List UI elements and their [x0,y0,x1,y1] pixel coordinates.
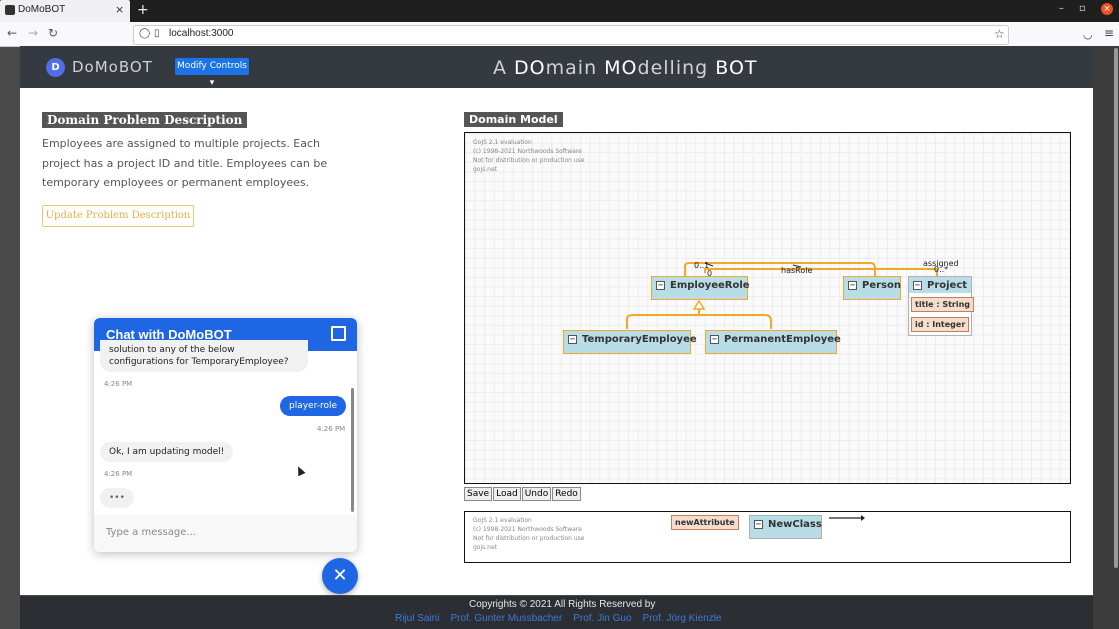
class-name: Project [927,280,968,291]
tab-title: DoMoBOT [18,4,66,15]
palette-new-class[interactable]: − NewClass [749,515,822,539]
attribute-title[interactable]: title : String [911,297,975,312]
class-name: EmployeeRole [670,280,750,291]
watermark-line: Not for distribution or production use [473,535,585,542]
inheritance-link [626,314,772,329]
page-scrollbar[interactable] [1114,48,1118,568]
chat-input[interactable]: Type a message... [94,515,357,552]
collapse-icon[interactable]: − [754,520,763,529]
palette-new-attribute[interactable]: newAttribute [671,515,739,530]
brand-name[interactable]: DoMoBOT [72,58,153,76]
expand-icon[interactable] [331,326,346,341]
load-button[interactable]: Load [493,487,521,501]
domain-model-canvas[interactable]: GoJS 2.1 evaluation (c) 1998-2021 Northw… [464,132,1071,484]
pocket-icon[interactable]: ◡ [1083,28,1093,41]
collapse-icon[interactable]: − [656,281,665,290]
class-project[interactable]: − Project title : String id : Integer [908,276,975,336]
back-icon[interactable]: ← [7,26,17,40]
watermark-line: gojs.net [473,544,498,551]
window-controls: – ▫ × [1047,3,1113,15]
class-temporaryemployee[interactable]: − TemporaryEmployee [563,330,697,354]
bookmark-star-icon[interactable]: ☆ [994,27,1005,41]
credit-link[interactable]: Prof. Jin Guo [573,613,631,624]
model-palette[interactable]: GoJS 2.1 evaluation (c) 1998-2021 Northw… [464,511,1071,563]
gojs-watermark: GoJS 2.1 evaluation (c) 1998-2021 Northw… [473,516,584,552]
collapse-icon[interactable]: − [913,281,922,290]
close-window-icon[interactable]: × [1101,3,1113,15]
message-timestamp: 4:26 PM [317,425,346,433]
title-part: main [545,57,605,79]
class-name: TemporaryEmployee [582,334,697,345]
browser-tab[interactable]: DoMoBOT × [0,0,130,22]
title-part: delling [637,57,716,79]
watermark-line: (c) 1998-2021 Northwoods Software [473,526,582,533]
domain-model-title: Domain Model [464,112,563,127]
class-employeerole[interactable]: − EmployeeRole [651,276,750,300]
chat-message-bot: solution to any of the below configurati… [100,340,308,372]
class-name: NewClass [768,519,822,530]
class-permanentemployee[interactable]: − PermanentEmployee [705,330,841,354]
message-timestamp: 4:26 PM [104,470,133,478]
class-name: PermanentEmployee [724,334,841,345]
model-toolbar: Save Load Undo Redo [464,485,582,501]
chat-widget: Chat with DoMoBOT solution to any of the… [94,318,357,552]
credits: Rijul Saini Prof. Gunter Mussbacher Prof. … [395,613,732,624]
credit-link[interactable]: Prof. Jörg Kienzle [643,613,722,624]
restore-icon[interactable]: ▫ [1079,3,1086,14]
tab-close-icon[interactable]: × [115,3,124,16]
collapse-icon[interactable]: − [710,335,719,344]
chat-message-bot: Ok, I am updating model! [100,442,234,462]
close-chat-icon[interactable]: ✕ [322,558,358,594]
redo-button[interactable]: Redo [552,487,581,501]
new-tab-button[interactable]: + [137,2,149,18]
page-info-icon[interactable]: ▯ [154,28,160,39]
favicon-icon [5,5,15,15]
watermark-line: GoJS 2.1 evaluation [473,517,532,524]
domobot-logo-icon: D [46,58,65,77]
class-person[interactable]: − Person [843,276,901,300]
app-title: A DOmain MOdelling BOT [493,57,758,79]
undo-button[interactable]: Undo [521,487,552,501]
browser-tab-bar [0,0,1119,22]
message-timestamp: 4:26 PM [104,380,133,388]
title-part-emph: DO [514,57,546,79]
typing-indicator: ••• [100,488,134,508]
hamburger-menu-icon[interactable]: ≡ [1104,26,1114,40]
forward-icon[interactable]: → [28,26,38,40]
title-part-emph: MO [604,57,638,79]
chat-message-user: player-role [280,396,347,416]
update-problem-button[interactable]: Update Problem Description [42,205,194,227]
class-name: Person [862,280,901,291]
chat-scrollbar[interactable] [351,388,354,512]
inheritance-arrowhead [692,299,706,310]
minimize-icon[interactable]: – [1059,3,1064,14]
palette-new-link[interactable] [827,512,867,522]
collapse-icon[interactable]: − [848,281,857,290]
chat-input-placeholder: Type a message... [106,527,196,538]
reload-icon[interactable]: ↻ [48,26,58,40]
problem-title: Domain Problem Description [42,112,248,128]
problem-description: Employees are assigned to multiple proje… [42,137,328,189]
shield-icon[interactable]: ◯ [139,28,150,39]
collapse-icon[interactable]: − [568,335,577,344]
multiplicity-label: 0..* [934,265,949,274]
url-text: localhost:3000 [169,28,234,39]
hasrole-label: hasRole [781,266,813,275]
title-part: A [493,57,515,79]
credit-link[interactable]: Prof. Gunter Mussbacher [450,613,562,624]
title-part-emph: BOT [715,57,758,79]
save-button[interactable]: Save [464,487,493,501]
copyright-text: Copyrights © 2021 All Rights Reserved by [469,599,656,610]
model-links [626,262,938,329]
address-bar[interactable]: ◯ ▯ localhost:3000 [133,25,1009,45]
modify-controls-dropdown[interactable]: Modify Controls ▾ [175,58,249,88]
credit-link[interactable]: Rijul Saini [395,613,439,624]
attribute-id[interactable]: id : Integer [911,317,970,332]
